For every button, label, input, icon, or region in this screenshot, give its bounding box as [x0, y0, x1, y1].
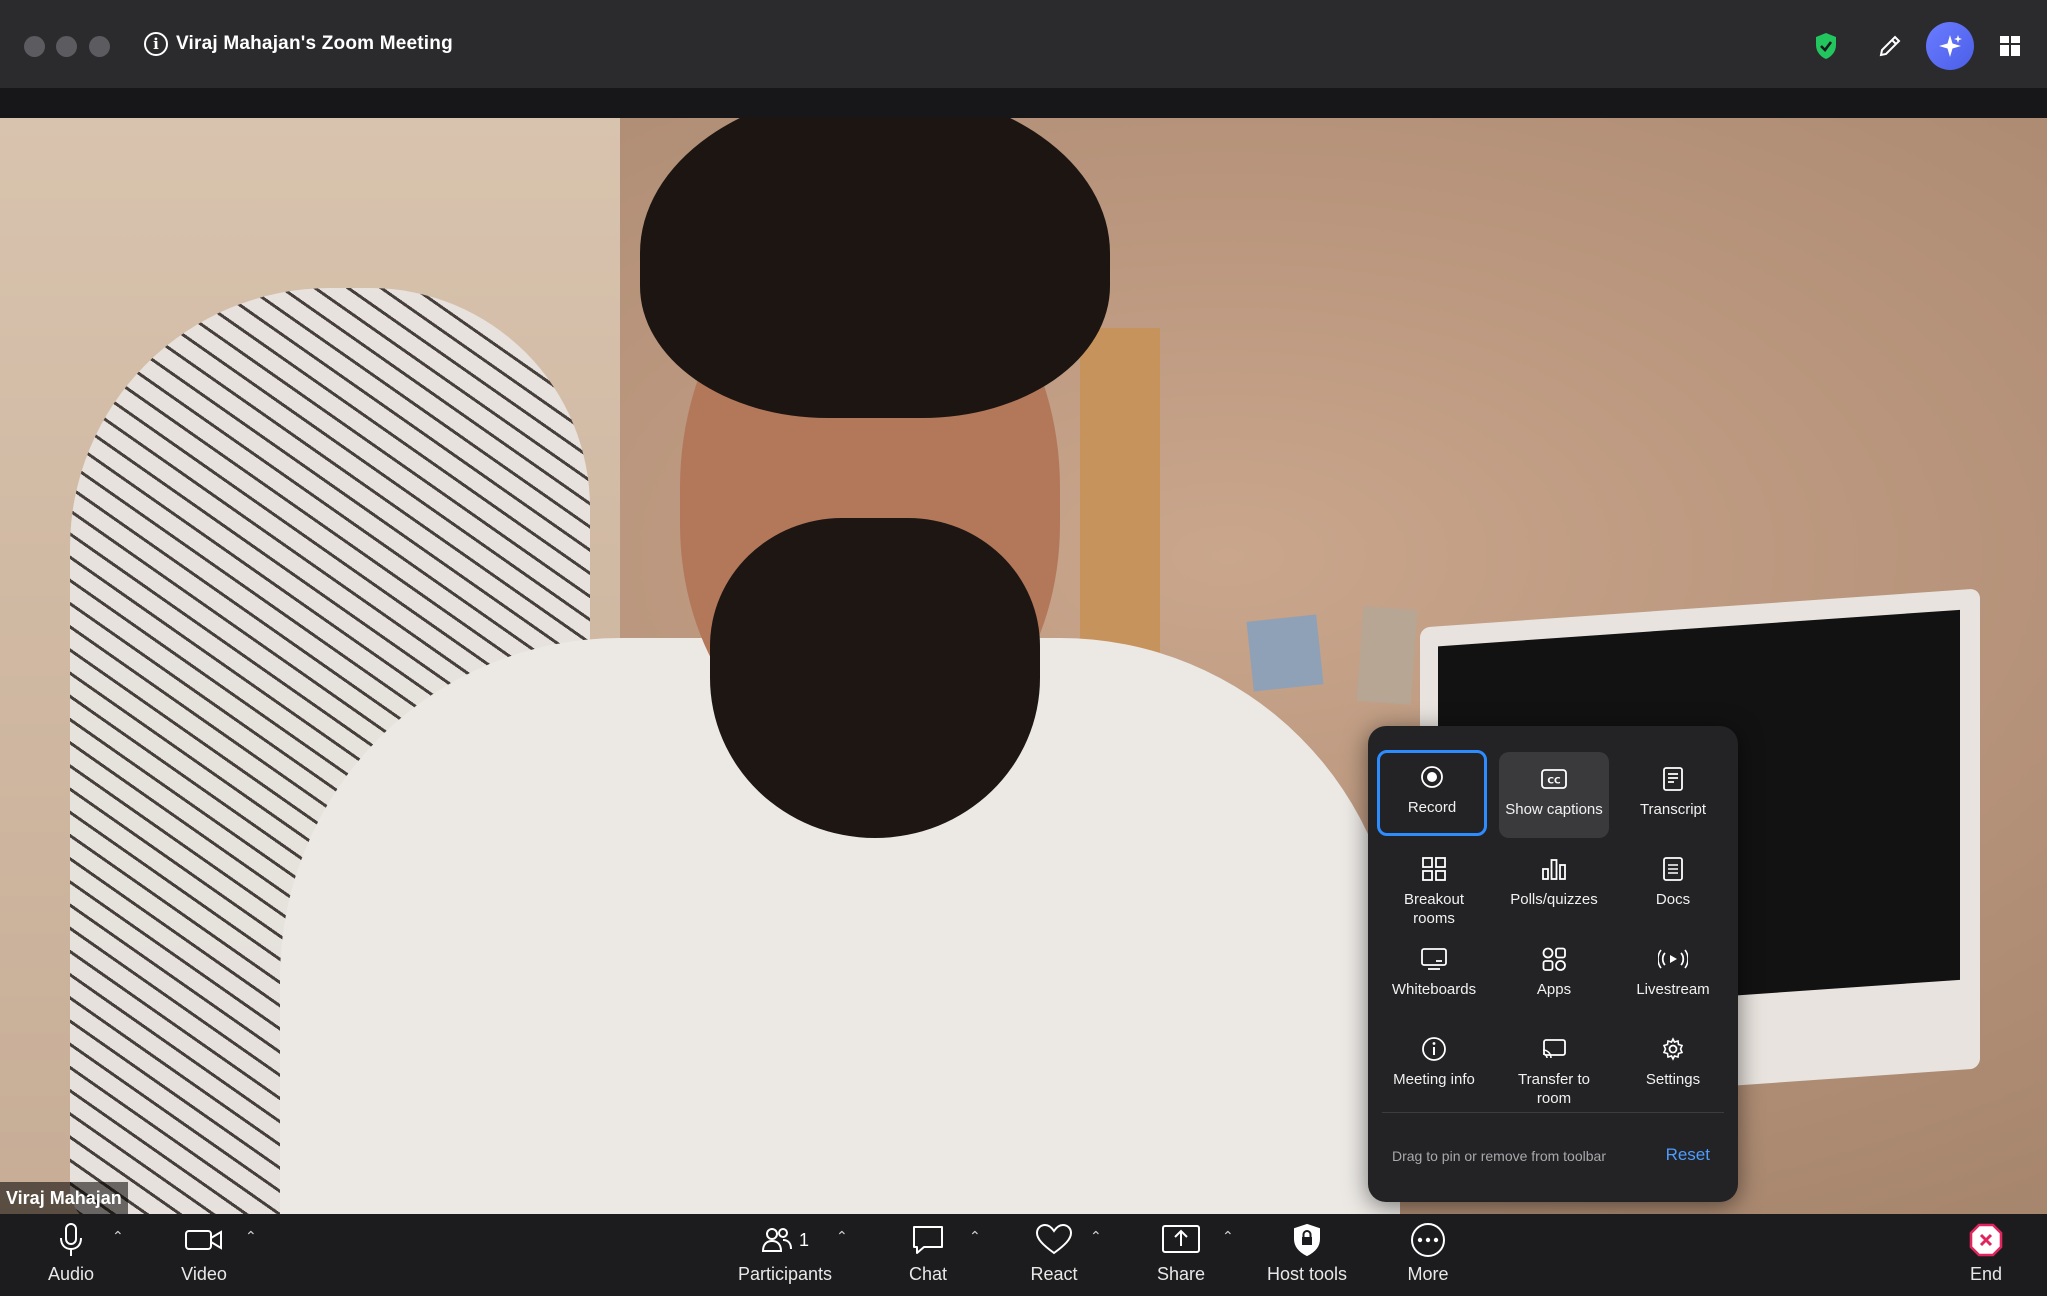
participant-name-label: Viraj Mahajan — [0, 1182, 128, 1214]
menu-item-label: Polls/quizzes — [1510, 891, 1598, 908]
video-person — [240, 118, 1420, 1214]
menu-item-meeting-info[interactable]: Meeting info — [1379, 1022, 1489, 1108]
apps-icon — [1539, 944, 1569, 974]
host-tools-label: Host tools — [1266, 1264, 1348, 1284]
menu-item-settings[interactable]: Settings — [1618, 1022, 1728, 1108]
react-label: React — [1030, 1264, 1078, 1284]
menu-item-docs[interactable]: Docs — [1618, 842, 1728, 928]
info-icon — [1419, 1034, 1449, 1064]
menu-item-label: Docs — [1655, 891, 1691, 908]
menu-item-label: Transfer to room — [1518, 1071, 1590, 1107]
video-options-chevron-up-icon[interactable]: ⌃ — [245, 1228, 257, 1245]
menu-item-transcript[interactable]: Transcript — [1618, 752, 1728, 838]
end-label: End — [1969, 1264, 2003, 1284]
video-person-beard — [710, 518, 1040, 838]
share-options-chevron-up-icon[interactable]: ⌃ — [1222, 1228, 1234, 1245]
record-icon — [1417, 762, 1447, 792]
menu-item-label: Settings — [1645, 1071, 1701, 1088]
transfer-room-icon — [1539, 1034, 1569, 1064]
video-button[interactable]: Video — [174, 1214, 234, 1296]
more-button[interactable]: More — [1398, 1214, 1458, 1296]
video-label: Video — [181, 1264, 227, 1284]
menu-item-label: Breakout rooms — [1403, 891, 1465, 927]
menu-item-whiteboards[interactable]: Whiteboards — [1379, 932, 1489, 1018]
menu-item-polls[interactable]: Polls/quizzes — [1499, 842, 1609, 928]
share-button[interactable]: Share — [1150, 1214, 1212, 1296]
microphone-icon — [59, 1214, 83, 1260]
menu-item-apps[interactable]: Apps — [1499, 932, 1609, 1018]
more-menu: Record CC Show captions Transcript Break… — [1368, 726, 1738, 1202]
host-tools-button[interactable]: Host tools — [1262, 1214, 1352, 1296]
polls-icon — [1539, 854, 1569, 884]
shield-check-icon[interactable] — [1806, 22, 1846, 70]
end-meeting-button[interactable]: End — [1960, 1214, 2012, 1296]
breakout-rooms-icon — [1419, 854, 1449, 884]
transcript-icon — [1658, 764, 1688, 794]
svg-text:CC: CC — [1547, 777, 1561, 787]
whiteboard-icon — [1419, 944, 1449, 974]
livestream-icon — [1658, 944, 1688, 974]
menu-item-label: Transcript — [1639, 801, 1707, 818]
window-close-button[interactable] — [24, 36, 45, 57]
menu-footer-hint: Drag to pin or remove from toolbar — [1392, 1148, 1606, 1164]
participants-icon — [761, 1228, 792, 1252]
meeting-toolbar: Audio ⌃ Video ⌃ 1 Participants ⌃ Chat ⌃ … — [0, 1214, 2047, 1296]
meeting-title-group: i Viraj Mahajan's Zoom Meeting — [144, 32, 453, 56]
menu-item-label: Apps — [1536, 981, 1572, 998]
react-button[interactable]: React — [1024, 1214, 1084, 1296]
menu-item-livestream[interactable]: Livestream — [1618, 932, 1728, 1018]
react-options-chevron-up-icon[interactable]: ⌃ — [1090, 1228, 1102, 1245]
menu-item-label: Show captions — [1505, 801, 1603, 818]
gear-icon — [1658, 1034, 1688, 1064]
chat-bubble-icon — [911, 1214, 945, 1260]
host-tools-shield-icon — [1293, 1214, 1321, 1260]
share-screen-icon — [1162, 1214, 1200, 1260]
view-grid-icon[interactable] — [1990, 22, 2030, 70]
window-minimize-button[interactable] — [56, 36, 77, 57]
info-icon[interactable]: i — [144, 32, 168, 56]
menu-item-breakout-rooms[interactable]: Breakout rooms — [1379, 842, 1489, 928]
docs-icon — [1658, 854, 1688, 884]
audio-label: Audio — [47, 1264, 95, 1284]
menu-item-record[interactable]: Record — [1377, 750, 1487, 836]
menu-item-label: Record — [1407, 799, 1457, 816]
participants-icon-group: 1 — [761, 1214, 809, 1260]
menu-item-label: Meeting info — [1393, 1071, 1475, 1088]
video-person-hair — [640, 118, 1110, 418]
title-bar: i Viraj Mahajan's Zoom Meeting — [0, 0, 2047, 88]
video-camera-icon — [185, 1214, 223, 1260]
closed-captions-icon: CC — [1539, 764, 1569, 794]
menu-item-label: Livestream — [1636, 981, 1710, 998]
meeting-title: Viraj Mahajan's Zoom Meeting — [176, 33, 453, 54]
menu-divider — [1382, 1112, 1724, 1113]
menu-item-transfer-to-room[interactable]: Transfer to room — [1499, 1022, 1609, 1108]
share-label: Share — [1156, 1264, 1206, 1284]
audio-options-chevron-up-icon[interactable]: ⌃ — [112, 1228, 124, 1245]
ai-companion-sparkle-icon[interactable] — [1926, 22, 1974, 70]
participant-video[interactable]: Viraj Mahajan — [0, 118, 2047, 1214]
participants-label: Participants — [737, 1264, 833, 1284]
heart-icon — [1035, 1214, 1073, 1260]
window-zoom-button[interactable] — [89, 36, 110, 57]
participants-button[interactable]: 1 Participants — [730, 1214, 840, 1296]
chat-label: Chat — [908, 1264, 948, 1284]
menu-item-show-captions[interactable]: CC Show captions — [1499, 752, 1609, 838]
reset-button[interactable]: Reset — [1666, 1145, 1710, 1165]
title-subbar — [0, 88, 2047, 118]
chat-button[interactable]: Chat — [898, 1214, 958, 1296]
audio-button[interactable]: Audio — [44, 1214, 98, 1296]
end-hexagon-x-icon — [1969, 1214, 2003, 1260]
more-ellipsis-icon — [1410, 1214, 1446, 1260]
more-label: More — [1407, 1264, 1449, 1284]
participants-options-chevron-up-icon[interactable]: ⌃ — [836, 1228, 848, 1245]
chat-options-chevron-up-icon[interactable]: ⌃ — [969, 1228, 981, 1245]
participants-count: 1 — [798, 1229, 809, 1250]
pencil-icon[interactable] — [1870, 22, 1910, 70]
menu-item-label: Whiteboards — [1391, 981, 1477, 998]
